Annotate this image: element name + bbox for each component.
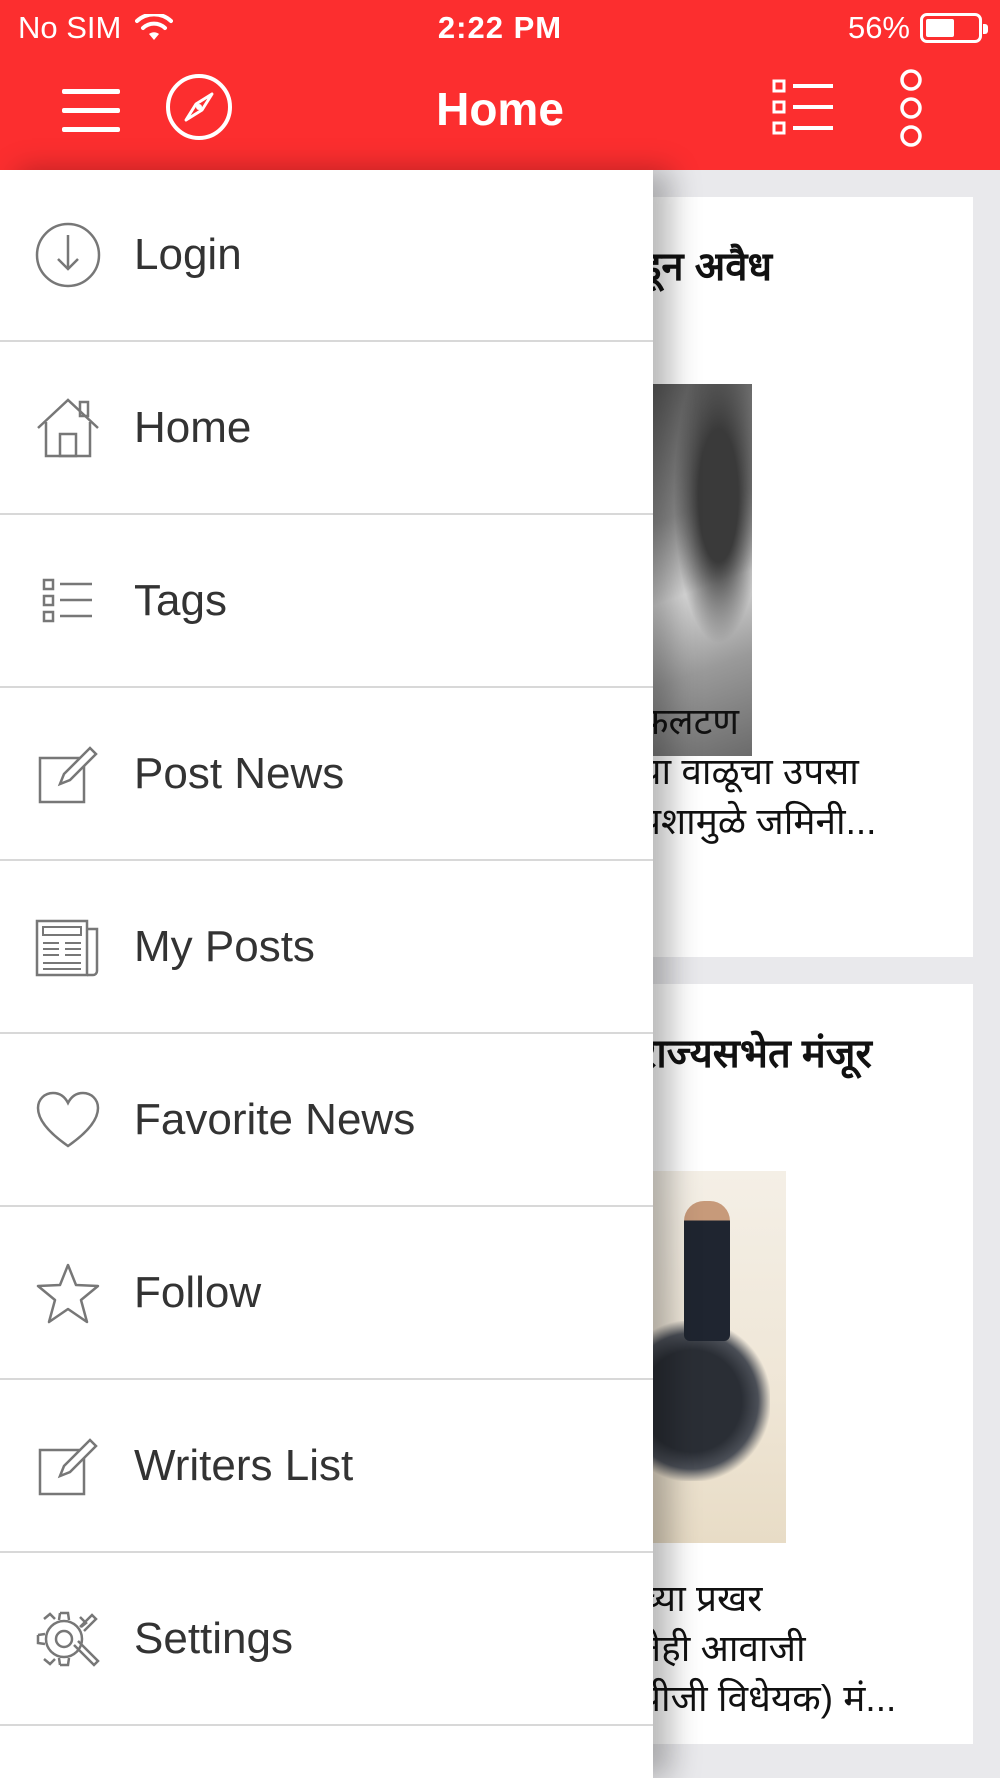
edit-icon bbox=[34, 1432, 102, 1500]
news-snippet-line: पशामुळे जमिनी... bbox=[640, 801, 877, 842]
drawer-item-tags[interactable]: Tags bbox=[0, 516, 653, 688]
battery-icon bbox=[920, 13, 988, 43]
drawer-item-login[interactable]: Login bbox=[0, 170, 653, 342]
drawer-item-label: Settings bbox=[134, 1614, 293, 1663]
status-bar: No SIM 2:22 PM 56% bbox=[0, 0, 1000, 56]
list-icon bbox=[772, 79, 833, 135]
news-snippet-line: या वाळूचा उपसा bbox=[640, 751, 859, 792]
nav-bar: Home bbox=[0, 56, 1000, 170]
drawer-item-my-posts[interactable]: My Posts bbox=[0, 862, 653, 1034]
battery-group: 56% bbox=[847, 10, 988, 46]
app-screen: डून अवैध फलटण या वाळूचा उपसा पशामुळे जमि… bbox=[0, 0, 1000, 1778]
newspaper-icon bbox=[34, 913, 102, 981]
drawer-item-label: Post News bbox=[134, 749, 345, 798]
news-headline: डून अवैध bbox=[640, 245, 773, 289]
news-headline: राज्यसभेत मंजूर bbox=[640, 1032, 872, 1076]
heart-icon bbox=[34, 1086, 102, 1154]
drawer-item-home[interactable]: Home bbox=[0, 343, 653, 515]
drawer-item-label: Login bbox=[134, 230, 242, 279]
drawer-item-favorite-news[interactable]: Favorite News bbox=[0, 1035, 653, 1207]
news-image bbox=[640, 1171, 786, 1543]
drawer-item-label: Favorite News bbox=[134, 1095, 416, 1144]
drawer-item-label: Home bbox=[134, 403, 252, 452]
drawer-item-follow[interactable]: Follow bbox=[0, 1208, 653, 1380]
more-options-button[interactable] bbox=[886, 66, 936, 150]
top-bar: No SIM 2:22 PM 56% Home bbox=[0, 0, 1000, 170]
drawer-item-settings[interactable]: Settings bbox=[0, 1554, 653, 1726]
news-snippet-line: फलटण bbox=[640, 701, 740, 742]
drawer-item-label: Follow bbox=[134, 1268, 262, 1317]
side-drawer: Login Home Tags Post News My Posts Favor… bbox=[0, 170, 653, 1778]
car-image-part bbox=[640, 1321, 770, 1481]
drawer-item-label: My Posts bbox=[134, 922, 315, 971]
battery-level bbox=[926, 19, 954, 37]
edit-icon bbox=[34, 740, 102, 808]
news-snippet-line: तेही आवाजी bbox=[640, 1628, 806, 1669]
drawer-item-post-news[interactable]: Post News bbox=[0, 689, 653, 861]
drawer-item-label: Writers List bbox=[134, 1441, 354, 1490]
drawer-item-writers-list[interactable]: Writers List bbox=[0, 1381, 653, 1553]
list-view-button[interactable] bbox=[768, 72, 838, 142]
drawer-item-label: Tags bbox=[134, 576, 227, 625]
battery-percent: 56% bbox=[847, 10, 910, 45]
login-icon bbox=[34, 221, 102, 289]
person-image-part bbox=[684, 1201, 730, 1341]
news-snippet-line: पीजी विधेयक) मं... bbox=[640, 1678, 897, 1719]
page-title: Home bbox=[436, 83, 564, 135]
star-icon bbox=[34, 1259, 102, 1327]
more-vertical-icon bbox=[900, 69, 922, 147]
tags-list-icon bbox=[34, 567, 102, 635]
home-icon bbox=[34, 394, 102, 462]
news-snippet-line: च्या प्रखर bbox=[640, 1578, 763, 1619]
settings-icon bbox=[34, 1605, 102, 1673]
